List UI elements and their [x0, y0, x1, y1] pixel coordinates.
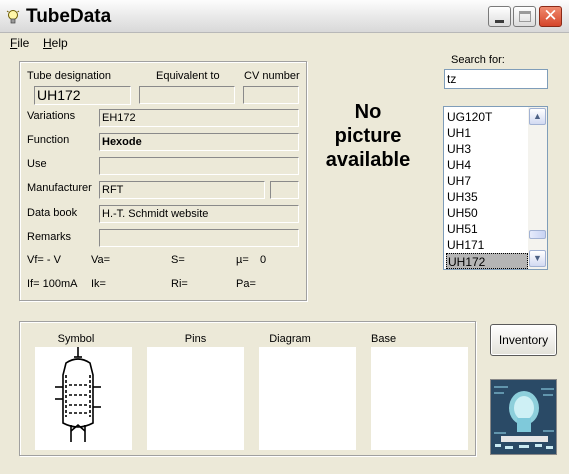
list-item[interactable]: UH1 [446, 125, 528, 141]
tube-symbol-icon [55, 347, 101, 442]
diagram-panel [259, 347, 356, 450]
data-book-field[interactable]: H.-T. Schmidt website [99, 205, 299, 223]
inventory-button[interactable]: Inventory [490, 324, 557, 356]
minimize-icon [495, 20, 504, 23]
no-picture-line3: available [325, 149, 411, 171]
menu-bar: File Help [0, 33, 569, 53]
ik-param: Ik= [91, 278, 106, 290]
scroll-thumb[interactable] [529, 230, 546, 239]
manufacturer-code-field[interactable] [270, 181, 299, 199]
symbol-panel [35, 347, 132, 450]
function-label: Function [27, 134, 70, 146]
cv-number-field[interactable] [243, 86, 299, 104]
close-button[interactable]: ✕ [539, 6, 562, 27]
list-item[interactable]: UH3 [446, 141, 528, 157]
list-item-selected[interactable]: UH172 [446, 253, 528, 269]
ri-param: Ri= [171, 278, 188, 290]
equivalent-to-label: Equivalent to [156, 70, 220, 82]
pins-label: Pins [184, 333, 207, 345]
list-item[interactable]: UH7 [446, 173, 528, 189]
tube-logo-icon [490, 379, 557, 455]
data-book-label: Data book [27, 207, 78, 219]
pins-panel [147, 347, 244, 450]
search-input[interactable]: tz [444, 69, 548, 89]
no-picture-line2: picture [334, 125, 402, 147]
menu-file[interactable]: File [10, 36, 29, 50]
variations-label: Variations [27, 110, 76, 122]
minimize-button[interactable] [488, 6, 511, 27]
mu-param: µ= [236, 254, 249, 266]
title-bar[interactable]: TubeData ✕ [0, 0, 569, 33]
manufacturer-field[interactable]: RFT [99, 181, 265, 199]
window-title: TubeData [26, 6, 112, 27]
lightbulb-icon [6, 10, 20, 24]
no-picture-line1: No [354, 101, 382, 123]
close-icon: ✕ [543, 6, 558, 26]
list-item[interactable]: UH35 [446, 189, 528, 205]
tube-list[interactable]: UG120T UH1 UH3 UH4 UH7 UH35 UH50 UH51 UH… [443, 106, 548, 270]
use-field[interactable] [99, 157, 299, 175]
maximize-button[interactable] [513, 6, 536, 27]
search-label: Search for: [451, 54, 505, 66]
list-item[interactable]: UH51 [446, 221, 528, 237]
variations-field[interactable]: EH172 [99, 109, 299, 127]
list-item[interactable]: UH171 [446, 237, 528, 253]
list-item[interactable]: UH50 [446, 205, 528, 221]
list-scrollbar[interactable]: ▲ ▼ [528, 107, 547, 269]
menu-help[interactable]: Help [43, 36, 68, 50]
scroll-down-icon[interactable]: ▼ [529, 250, 546, 267]
no-picture-message: No picture available [313, 100, 423, 172]
remarks-label: Remarks [27, 231, 72, 243]
list-item[interactable]: UG120T [446, 109, 528, 125]
tube-designation-field[interactable]: UH172 [34, 86, 131, 105]
pa-param: Pa= [236, 278, 256, 290]
base-panel [371, 347, 468, 450]
manufacturer-label: Manufacturer [27, 182, 92, 194]
tube-designation-label: Tube designation [27, 70, 111, 82]
s-param: S= [171, 254, 185, 266]
list-item[interactable]: UH4 [446, 157, 528, 173]
use-label: Use [27, 158, 47, 170]
maximize-icon [519, 11, 531, 22]
cv-number-label: CV number [244, 70, 300, 82]
diagram-label: Diagram [269, 333, 311, 345]
symbol-label: Symbol [57, 333, 95, 345]
equivalent-to-field[interactable] [139, 86, 235, 104]
vf-param: Vf= - V [27, 254, 61, 266]
va-param: Va= [91, 254, 111, 266]
scroll-up-icon[interactable]: ▲ [529, 108, 546, 125]
if-param: If= 100mA [27, 278, 78, 290]
function-field[interactable]: Hexode [99, 133, 299, 151]
mu-value: 0 [260, 254, 267, 266]
base-label: Base [371, 333, 397, 345]
remarks-field[interactable] [99, 229, 299, 247]
